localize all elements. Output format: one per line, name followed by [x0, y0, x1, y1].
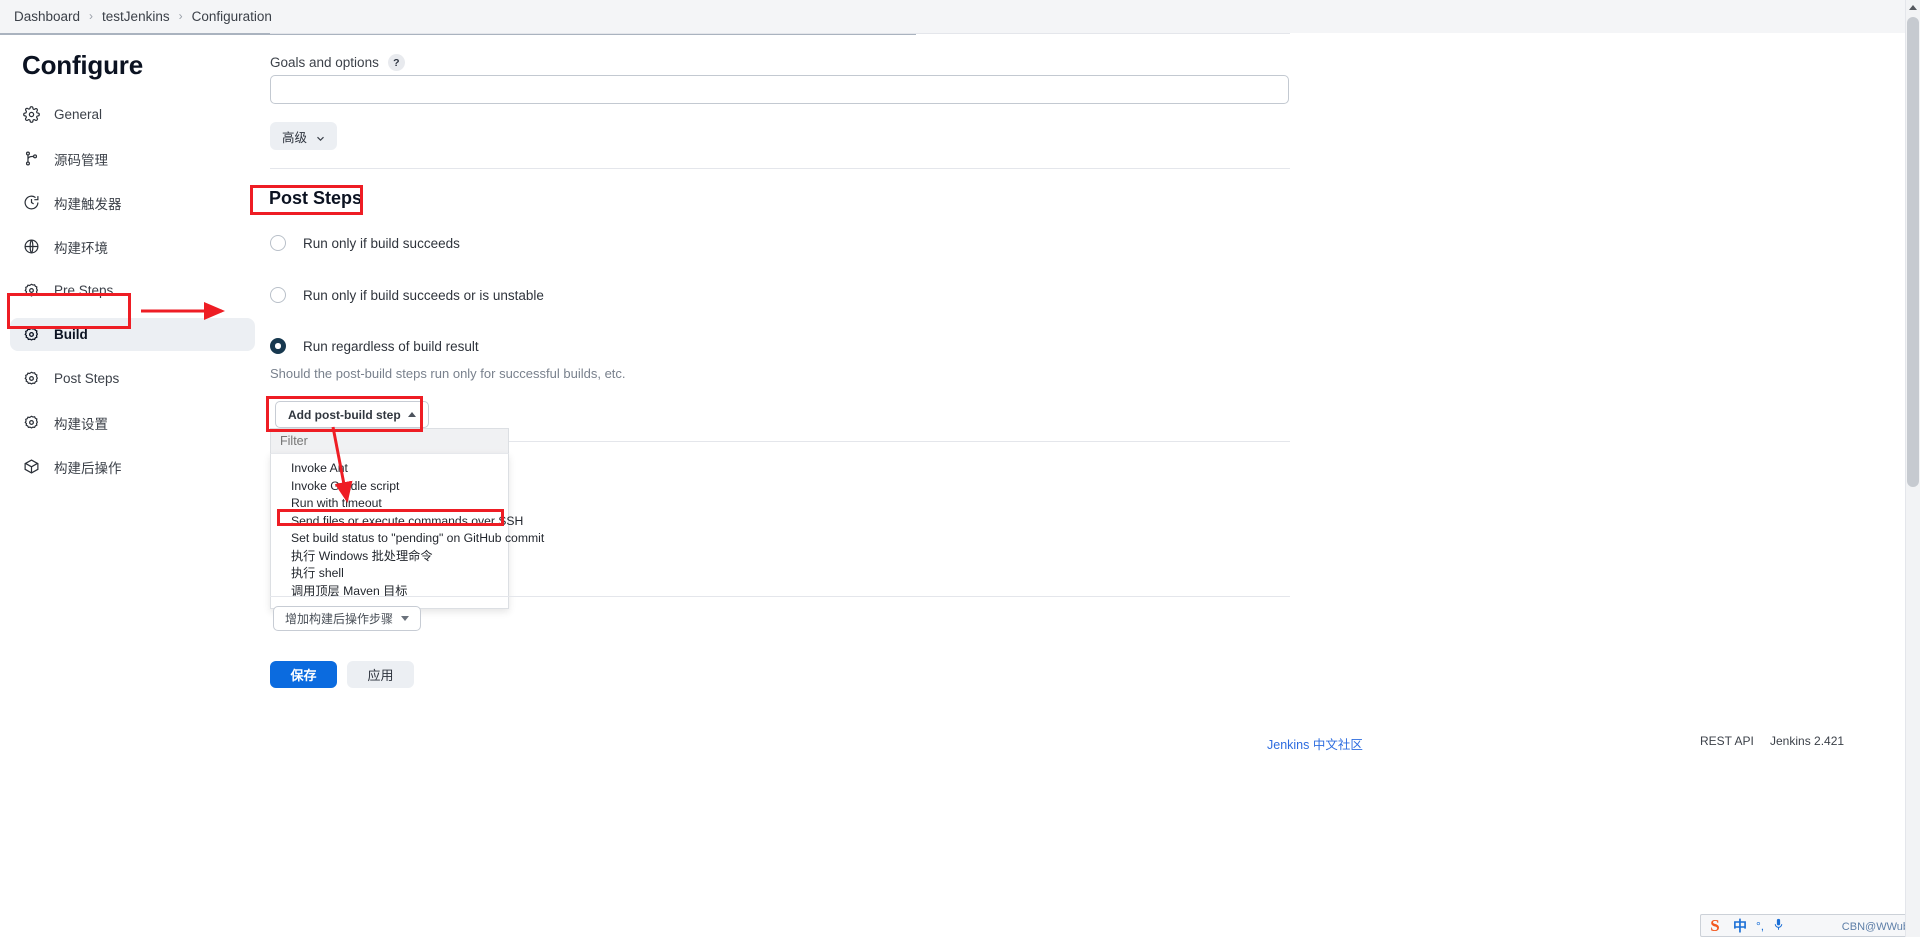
caret-down-icon [401, 616, 410, 621]
help-icon[interactable]: ? [387, 54, 405, 71]
radio-run-only-if-build-succeeds-or-unstable[interactable]: Run only if build succeeds or is unstabl… [270, 287, 544, 303]
add-post-build-action-button[interactable]: 增加构建后操作步骤 [273, 606, 422, 631]
ime-tray-label: CBN@WWub [1841, 920, 1909, 933]
vertical-scrollbar[interactable] [1905, 0, 1920, 937]
rest-api-link[interactable]: REST API [1700, 734, 1754, 748]
radio-icon [270, 287, 286, 303]
add-post-build-step-label: Add post-build step [288, 407, 401, 422]
sidebar-item-scm[interactable]: 源码管理 [10, 142, 255, 175]
gear-icon [20, 280, 42, 302]
menu-item-invoke-maven-targets[interactable]: 调用顶层 Maven 目标 [271, 583, 508, 601]
post-steps-section-title: Post Steps [269, 188, 363, 208]
jenkins-version-label: Jenkins 2.421 [1770, 734, 1845, 748]
sidebar-item-label: 构建后操作 [54, 460, 122, 476]
sidebar-item-label: 源码管理 [54, 152, 108, 168]
save-button[interactable]: 保存 [270, 661, 337, 688]
sidebar-item-label: Build [54, 327, 88, 342]
menu-item-execute-windows-batch[interactable]: 执行 Windows 批处理命令 [271, 548, 508, 566]
sidebar-item-build[interactable]: Build [10, 318, 255, 351]
sidebar-item-general[interactable]: General [10, 98, 255, 131]
sidebar-item-label: Post Steps [54, 371, 120, 386]
divider [270, 33, 1290, 34]
radio-run-only-if-build-succeeds[interactable]: Run only if build succeeds [270, 235, 460, 251]
add-post-build-step-button[interactable]: Add post-build step [275, 401, 429, 428]
goals-label-text: Goals and options [270, 55, 379, 70]
ime-toolbar[interactable]: S 中 °, CBN@WWub [1700, 914, 1912, 937]
sidebar-item-build-environment[interactable]: 构建环境 [10, 230, 255, 263]
divider [270, 168, 1290, 169]
breadcrumb-separator-icon: › [178, 8, 183, 23]
ime-mode-toggle[interactable]: 中 [1733, 916, 1747, 936]
microphone-icon[interactable] [1773, 918, 1784, 934]
radio-icon-selected [270, 338, 286, 354]
gear-icon [20, 412, 42, 434]
apply-button[interactable]: 应用 [347, 661, 414, 688]
jenkins-community-link[interactable]: Jenkins 中文社区 [1267, 734, 1363, 753]
ime-tray-icons[interactable]: CBN@WWub [1842, 915, 1909, 938]
advanced-button[interactable]: 高级 [270, 122, 338, 150]
menu-item-invoke-ant[interactable]: Invoke Ant [271, 460, 508, 478]
caret-up-icon [407, 412, 416, 417]
sidebar-item-build-settings[interactable]: 构建设置 [10, 406, 255, 439]
scroll-up-arrow-icon[interactable] [1909, 5, 1917, 10]
breadcrumb-item-testjenkins[interactable]: testJenkins [102, 9, 170, 24]
sidebar-item-post-steps[interactable]: Post Steps [10, 362, 255, 395]
gear-icon [20, 324, 42, 346]
box-icon [20, 456, 42, 478]
advanced-button-label: 高级 [282, 130, 308, 145]
gear-icon [20, 368, 42, 390]
sidebar-item-label: 构建触发器 [54, 196, 122, 212]
goals-and-options-label: Goals and options ? [270, 54, 405, 71]
sidebar-item-label: 构建设置 [54, 416, 108, 432]
sidebar-item-post-build-actions[interactable]: 构建后操作 [10, 450, 255, 483]
breadcrumb-item-dashboard[interactable]: Dashboard [14, 9, 80, 24]
ime-punctuation-icon[interactable]: °, [1756, 919, 1764, 933]
menu-item-execute-shell[interactable]: 执行 shell [271, 565, 508, 583]
menu-item-send-files-over-ssh[interactable]: Send files or execute commands over SSH [271, 513, 523, 531]
radio-icon [270, 235, 286, 251]
sidebar-item-label: Pre Steps [54, 283, 114, 298]
sidebar-item-build-triggers[interactable]: 构建触发器 [10, 186, 255, 219]
clock-icon [20, 192, 42, 214]
radio-label: Run only if build succeeds [303, 235, 460, 251]
scrollbar-thumb[interactable] [1907, 17, 1919, 487]
dropdown-filter-input[interactable] [270, 428, 509, 453]
breadcrumb: Dashboard › testJenkins › Configuration [0, 0, 1920, 33]
breadcrumb-item-configuration[interactable]: Configuration [192, 9, 272, 24]
branch-icon [20, 148, 42, 170]
breadcrumb-separator-icon: › [89, 8, 94, 23]
menu-item-set-build-status-github[interactable]: Set build status to "pending" on GitHub … [271, 530, 544, 548]
sidebar-item-label: General [54, 107, 103, 122]
radio-label: Run only if build succeeds or is unstabl… [303, 287, 544, 303]
sidebar-item-pre-steps[interactable]: Pre Steps [10, 274, 255, 307]
radio-run-regardless-of-build-result[interactable]: Run regardless of build result [270, 338, 479, 354]
sidebar-item-label: 构建环境 [54, 240, 108, 256]
sidebar: General 源码管理 构建触发器 构建环境 Pre Steps Build … [10, 98, 255, 483]
goals-and-options-input[interactable] [270, 75, 1289, 104]
post-steps-help-text: Should the post-build steps run only for… [270, 366, 626, 381]
page-title: Configure [22, 50, 143, 80]
menu-item-invoke-gradle-script[interactable]: Invoke Gradle script [271, 478, 508, 496]
add-post-build-step-menu: Invoke Ant Invoke Gradle script Run with… [270, 453, 544, 609]
divider [270, 596, 1290, 597]
menu-item-run-with-timeout[interactable]: Run with timeout [271, 495, 508, 513]
add-post-build-action-label: 增加构建后操作步骤 [285, 612, 394, 626]
radio-label: Run regardless of build result [303, 338, 479, 354]
sogou-logo-icon: S [1710, 915, 1720, 935]
gear-icon [20, 104, 42, 126]
chevron-down-icon [316, 132, 325, 141]
globe-icon [20, 236, 42, 258]
